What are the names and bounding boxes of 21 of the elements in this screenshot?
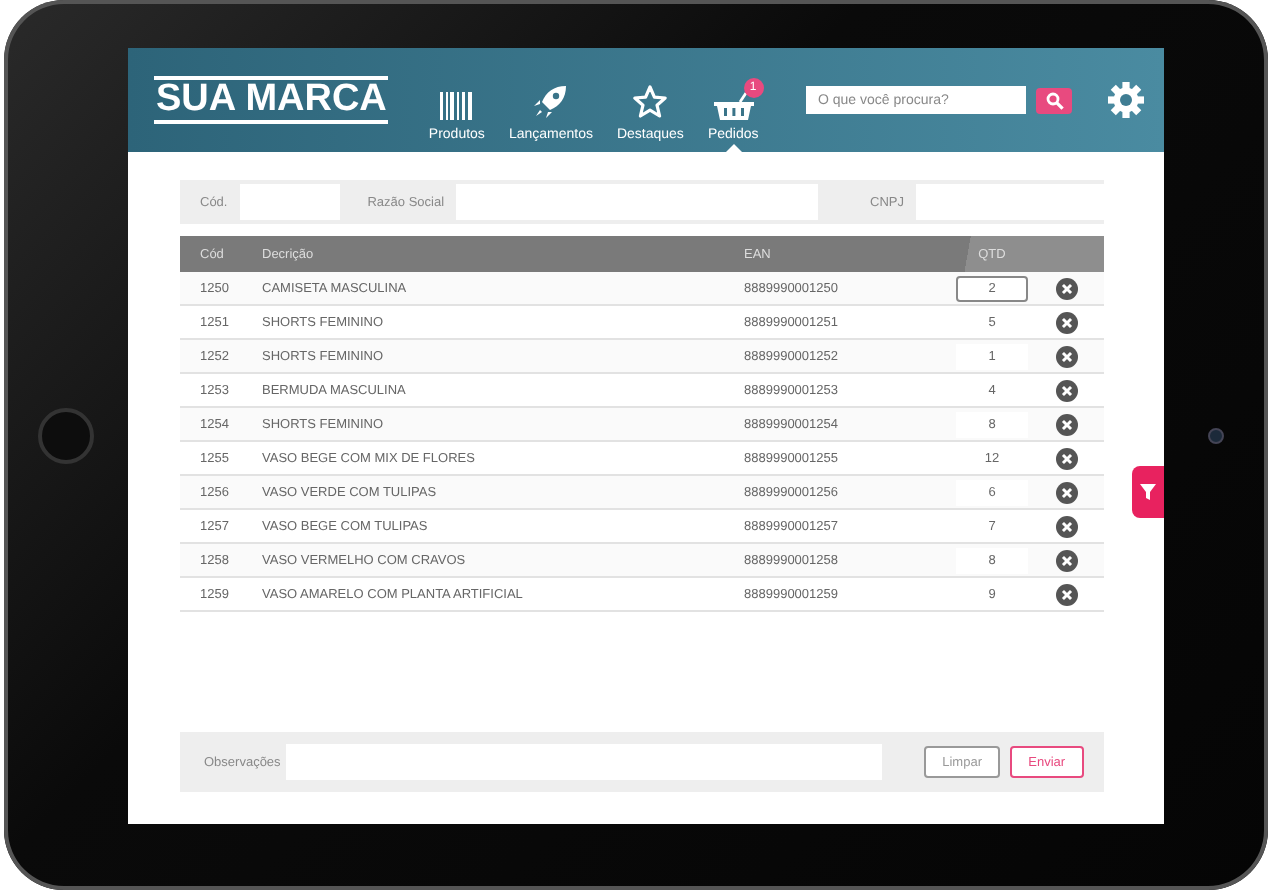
- remove-icon[interactable]: [1056, 515, 1078, 537]
- barcode-icon: [440, 92, 473, 120]
- camera-icon: [1208, 428, 1224, 444]
- star-icon: [632, 84, 669, 120]
- remove-icon[interactable]: [1056, 447, 1078, 469]
- remove-icon[interactable]: [1056, 583, 1078, 605]
- search-icon: [1045, 91, 1063, 109]
- brand-logo[interactable]: SUA MARCA: [154, 76, 389, 124]
- basket-icon: [713, 92, 754, 120]
- settings-icon[interactable]: [1108, 82, 1144, 118]
- filter-icon: [1140, 484, 1156, 500]
- remove-icon[interactable]: [1056, 549, 1078, 571]
- remove-icon[interactable]: [1056, 311, 1078, 333]
- remove-icon[interactable]: [1056, 413, 1078, 435]
- remove-icon[interactable]: [1056, 277, 1078, 299]
- remove-icon[interactable]: [1056, 481, 1078, 503]
- filter-tab[interactable]: [1132, 466, 1164, 518]
- search-button[interactable]: [1036, 87, 1072, 113]
- remove-icon[interactable]: [1056, 379, 1078, 401]
- rocket-icon: [532, 84, 569, 120]
- remove-icon[interactable]: [1056, 345, 1078, 367]
